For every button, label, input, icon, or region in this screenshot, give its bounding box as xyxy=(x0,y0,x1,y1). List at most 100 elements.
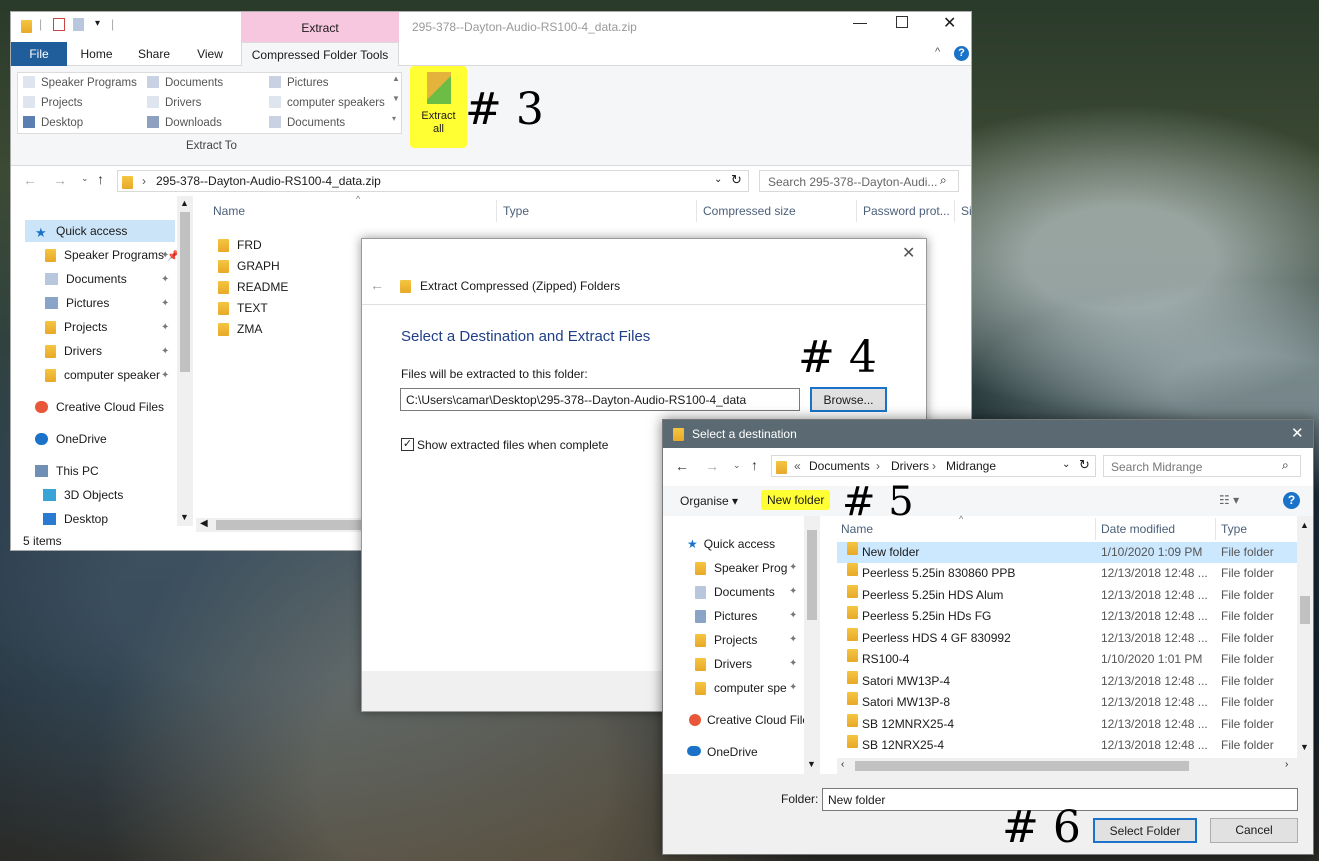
sd-crumb-drivers[interactable]: Drivers xyxy=(891,459,929,473)
extract-to-documents[interactable]: Documents xyxy=(147,74,223,92)
new-folder-icon[interactable] xyxy=(73,18,84,31)
search-icon[interactable]: ⌕ xyxy=(940,173,947,188)
file-row-readme[interactable]: README xyxy=(218,277,288,297)
sd-nav-scroll-down[interactable]: ▼ xyxy=(807,759,816,769)
sd-nav-creative-cloud[interactable]: Creative Cloud File xyxy=(689,708,804,732)
sd-h-scroll-thumb[interactable] xyxy=(855,761,1189,771)
tab-view[interactable]: View xyxy=(183,42,237,66)
sd-row[interactable]: Satori MW13P-8 12/13/2018 12:48 ... File f… xyxy=(837,692,1297,713)
col-type[interactable]: Type xyxy=(503,204,529,218)
cancel-button[interactable]: Cancel xyxy=(1210,818,1298,843)
sd-col-type[interactable]: Type xyxy=(1221,522,1247,536)
sd-scroll-up[interactable]: ▲ xyxy=(1300,520,1309,530)
gallery-down-icon[interactable]: ▼ xyxy=(392,94,400,103)
sd-recent-icon[interactable]: ⌄ xyxy=(733,460,741,471)
search-input[interactable]: Search 295-378--Dayton-Audi... xyxy=(768,175,937,189)
minimize-button[interactable]: — xyxy=(853,14,867,30)
organise-button[interactable]: Organise ▾ xyxy=(680,494,738,508)
col-name[interactable]: Name xyxy=(213,204,245,218)
select-destination-close[interactable]: ✕ xyxy=(1291,424,1304,442)
sd-row[interactable]: Peerless 5.25in HDS Alum 12/13/2018 12:48… xyxy=(837,585,1297,606)
sd-row[interactable]: New folder 1/10/2020 1:09 PM File folder xyxy=(837,542,1297,563)
address-box[interactable]: › 295-378--Dayton-Audio-RS100-4_data.zip… xyxy=(117,170,749,192)
back-icon[interactable]: ← xyxy=(23,172,37,188)
extract-to-computer-speakers[interactable]: computer speakers xyxy=(269,94,385,112)
h-scrollbar[interactable]: ◀ xyxy=(196,518,371,532)
qat-dropdown-icon[interactable]: ▾ xyxy=(95,18,100,29)
sd-help-icon[interactable]: ? xyxy=(1283,492,1300,509)
sd-scroll-right[interactable]: › xyxy=(1285,759,1288,770)
file-row-zma[interactable]: ZMA xyxy=(218,319,262,339)
nav-quick-access[interactable]: ★ Quick access xyxy=(25,220,175,242)
sd-forward-icon[interactable]: → xyxy=(705,458,719,474)
sd-search-input[interactable]: Search Midrange xyxy=(1111,460,1202,474)
sd-col-date[interactable]: Date modified xyxy=(1101,522,1175,536)
sd-row[interactable]: Peerless 5.25in 830860 PPB 12/13/2018 12:… xyxy=(837,563,1297,584)
show-files-checkbox[interactable]: ✓ xyxy=(401,438,414,451)
sd-address-box[interactable]: « Documents › Drivers › Midrange ⌄ ↻ xyxy=(771,455,1096,477)
ribbon-collapse-icon[interactable]: ^ xyxy=(935,46,940,58)
properties-icon[interactable] xyxy=(53,18,65,31)
sd-nav-scroll-thumb[interactable] xyxy=(807,530,817,620)
help-icon[interactable]: ? xyxy=(954,46,969,61)
extract-to-pictures[interactable]: Pictures xyxy=(269,74,329,92)
sd-scroll-down[interactable]: ▼ xyxy=(1300,742,1309,752)
scroll-down-icon[interactable]: ▼ xyxy=(180,512,189,522)
tab-compressed-folder-tools[interactable]: Compressed Folder Tools xyxy=(241,42,399,67)
sd-overflow[interactable]: « xyxy=(794,459,801,473)
extract-to-desktop[interactable]: Desktop xyxy=(23,114,83,132)
sd-scroll-left[interactable]: ‹ xyxy=(841,759,844,770)
refresh-icon[interactable]: ↻ xyxy=(731,172,742,188)
forward-icon[interactable]: → xyxy=(53,172,67,188)
sd-refresh-icon[interactable]: ↻ xyxy=(1079,457,1090,473)
gallery-more-icon[interactable]: ▾ xyxy=(392,114,396,123)
scroll-up-icon[interactable]: ▲ xyxy=(180,198,189,208)
extract-to-downloads[interactable]: Downloads xyxy=(147,114,222,132)
extract-to-speaker-programs[interactable]: Speaker Programs xyxy=(23,74,137,92)
sd-row[interactable]: Satori MW13P-4 12/13/2018 12:48 ... File f… xyxy=(837,671,1297,692)
sd-crumb-midrange[interactable]: Midrange xyxy=(946,459,996,473)
col-compressed-size[interactable]: Compressed size xyxy=(703,204,796,218)
sd-list-scrollbar[interactable]: ▲ ▼ xyxy=(1297,516,1313,758)
extract-to-projects[interactable]: Projects xyxy=(23,94,83,112)
tab-file[interactable]: File xyxy=(11,42,67,66)
recent-dropdown-icon[interactable]: ⌄ xyxy=(81,173,89,184)
new-folder-button[interactable]: New folder xyxy=(761,490,831,510)
sd-h-scrollbar[interactable]: ‹ › xyxy=(837,758,1313,774)
up-icon[interactable]: ↑ xyxy=(97,171,104,187)
extract-path-input[interactable]: C:\Users\camar\Desktop\295-378--Dayton-A… xyxy=(400,388,800,411)
extract-to-drivers[interactable]: Drivers xyxy=(147,94,201,112)
extract-back-icon[interactable]: ← xyxy=(370,277,384,293)
address-dropdown-icon[interactable]: ⌄ xyxy=(714,174,722,185)
select-folder-button[interactable]: Select Folder xyxy=(1093,818,1197,843)
file-row-graph[interactable]: GRAPH xyxy=(218,256,280,276)
tab-home[interactable]: Home xyxy=(69,42,124,66)
tab-share[interactable]: Share xyxy=(127,42,181,66)
sd-row[interactable]: SB 12NRX25-4 12/13/2018 12:48 ... File fol… xyxy=(837,735,1297,756)
browse-button[interactable]: Browse... xyxy=(810,387,887,412)
nav-scroll-thumb[interactable] xyxy=(180,212,190,372)
sd-nav-scrollbar[interactable]: ▼ xyxy=(804,516,820,774)
sd-crumb-documents[interactable]: Documents xyxy=(809,459,870,473)
sd-scroll-thumb[interactable] xyxy=(1300,596,1310,624)
col-size[interactable]: Si xyxy=(961,204,972,218)
extract-to-documents-2[interactable]: Documents xyxy=(269,114,345,132)
sd-search-icon[interactable]: ⌕ xyxy=(1282,458,1289,473)
sd-up-icon[interactable]: ↑ xyxy=(751,457,758,473)
gallery-up-icon[interactable]: ▲ xyxy=(392,74,400,83)
file-row-text[interactable]: TEXT xyxy=(218,298,268,318)
sd-row[interactable]: RS100-4 1/10/2020 1:01 PM File folder xyxy=(837,649,1297,670)
sd-search-box[interactable]: Search Midrange ⌕ xyxy=(1103,455,1301,477)
extract-all-button[interactable]: Extract all xyxy=(410,66,467,148)
file-row-frd[interactable]: FRD xyxy=(218,235,262,255)
extract-close-button[interactable]: ✕ xyxy=(902,243,915,263)
sd-back-icon[interactable]: ← xyxy=(675,458,689,474)
col-password[interactable]: Password prot... xyxy=(863,204,950,218)
close-button[interactable]: ✕ xyxy=(943,13,956,33)
search-box[interactable]: Search 295-378--Dayton-Audi... ⌕ xyxy=(759,170,959,192)
sd-row[interactable]: SB 12MNRX25-4 12/13/2018 12:48 ... File fo… xyxy=(837,714,1297,735)
sd-row[interactable]: Peerless 5.25in HDs FG 12/13/2018 12:48 .… xyxy=(837,606,1297,627)
nav-scrollbar[interactable]: ▲ ▼ xyxy=(177,196,193,526)
view-options-icon[interactable]: ☷ ▾ xyxy=(1219,493,1239,507)
maximize-button[interactable] xyxy=(896,16,908,28)
